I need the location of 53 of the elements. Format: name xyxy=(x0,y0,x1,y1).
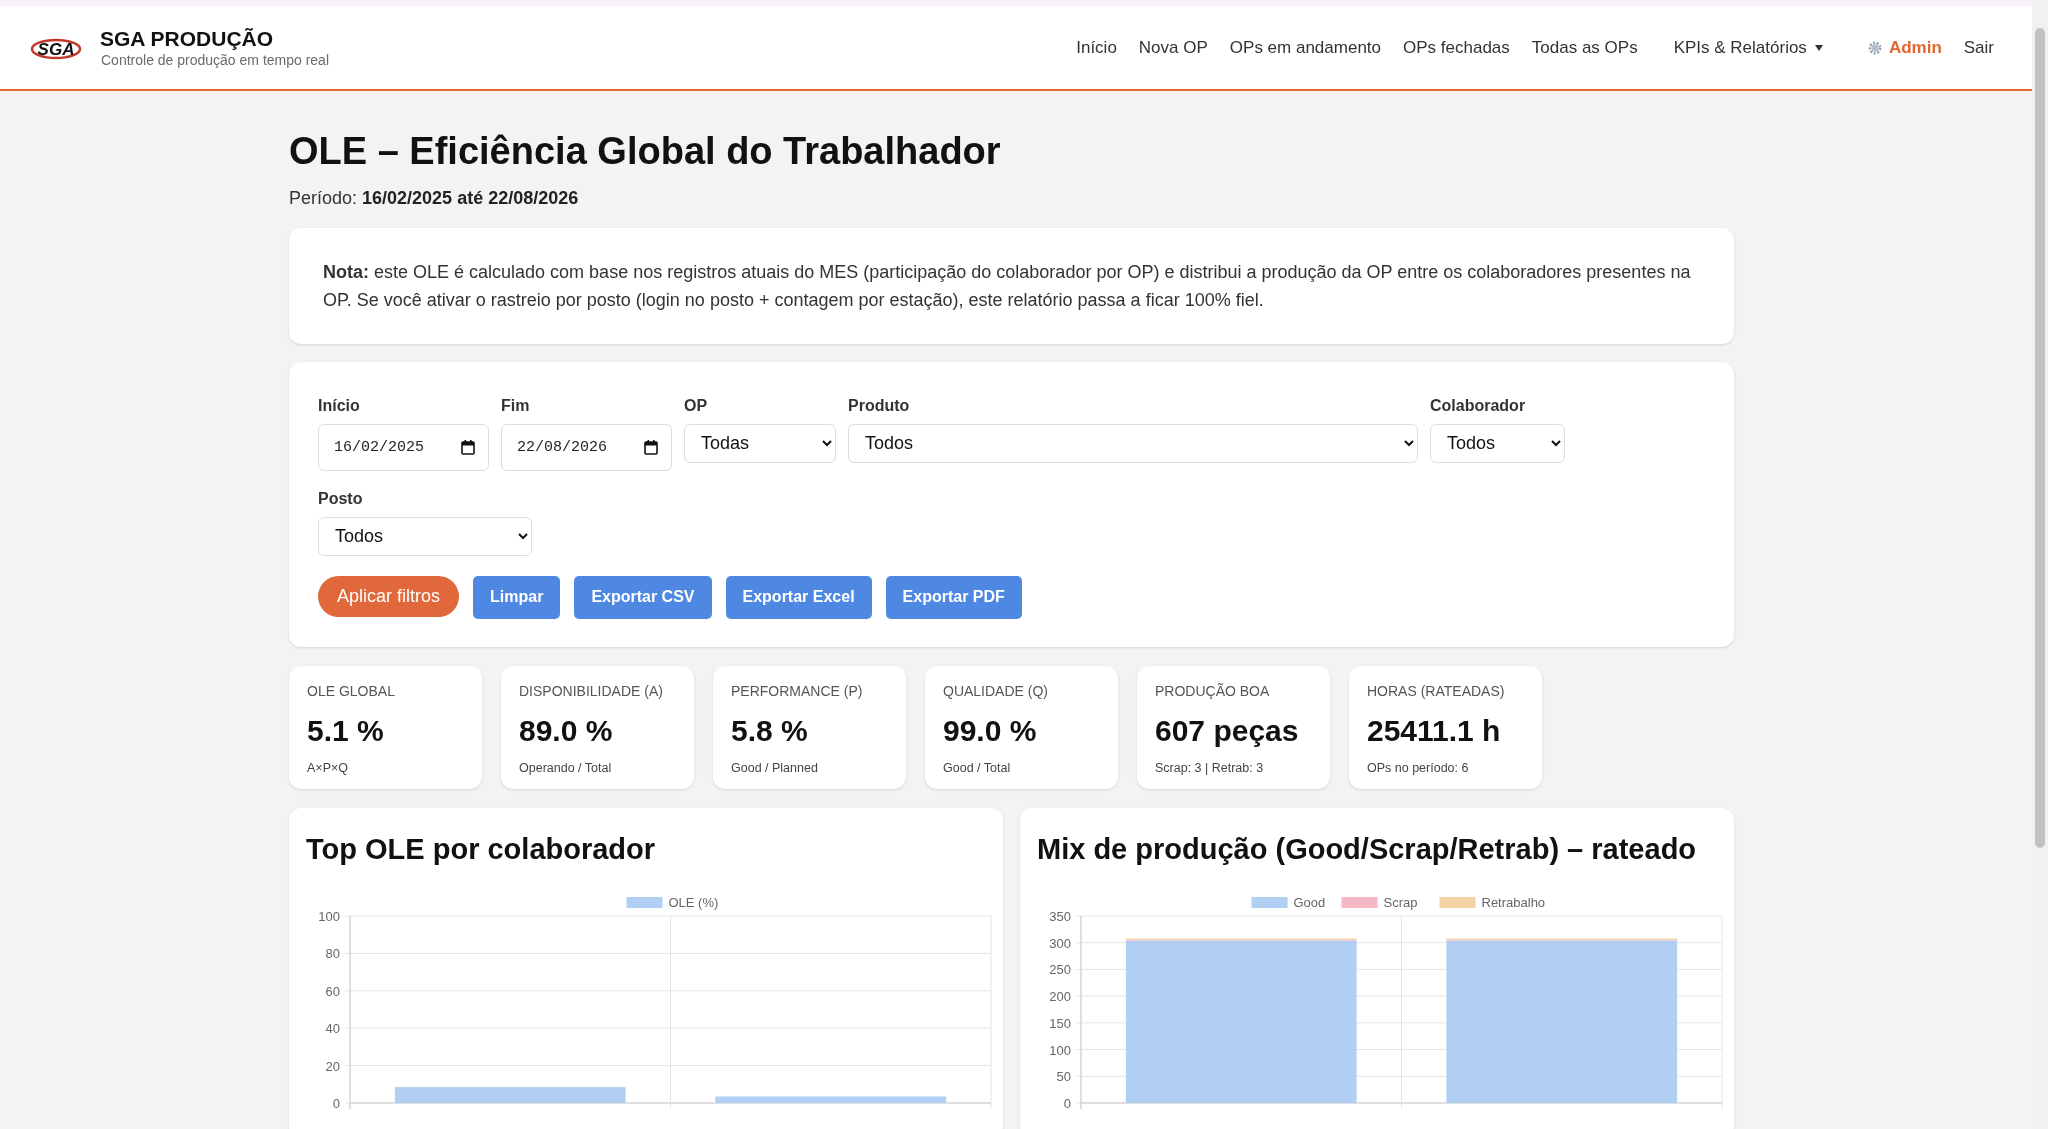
app-subtitle: Controle de produção em tempo real xyxy=(100,53,330,67)
field-label: Posto xyxy=(318,488,364,509)
axis-tick-label: 20 xyxy=(325,1058,340,1074)
legend-label: OLE (%) xyxy=(668,895,719,911)
kpi-detail: OPs no período: 6 xyxy=(1367,759,1470,777)
kpi-value: 5.1 % xyxy=(307,712,385,749)
axis-tick-label: 0 xyxy=(332,1096,340,1110)
field-label: OP xyxy=(684,395,709,416)
kpi-value: 89.0 % xyxy=(519,712,614,749)
legend-item: Retrabalho xyxy=(1439,895,1546,911)
legend-label: Good xyxy=(1293,895,1326,911)
axis-tick-label: 150 xyxy=(1049,1015,1071,1031)
legend-item: Good xyxy=(1251,895,1326,911)
kpi-label: PERFORMANCE (P) xyxy=(731,681,864,701)
axis-tick-label: 200 xyxy=(1049,989,1071,1005)
field-label: Colaborador xyxy=(1430,395,1527,416)
kpi-detail: Good / Total xyxy=(943,759,1012,777)
kpi-detail: Scrap: 3 | Retrab: 3 xyxy=(1155,759,1265,777)
kpi-detail: Good / Planned xyxy=(731,759,819,777)
field-label: Fim xyxy=(501,395,531,416)
chart-title: Mix de produção (Good/Scrap/Retrab) – rateado xyxy=(1037,831,1698,867)
axis-tick-label: 40 xyxy=(325,1021,340,1037)
kpi-value: 25411.1 h xyxy=(1367,712,1502,749)
kpi-detail: A×P×Q xyxy=(307,759,349,777)
kpi-label: OLE GLOBAL xyxy=(307,681,396,701)
legend-item: Scrap xyxy=(1341,895,1418,911)
app-title: SGA PRODUÇÃO xyxy=(100,28,275,49)
kpi-value: 5.8 % xyxy=(731,712,809,749)
axis-tick-label: 100 xyxy=(1049,1042,1071,1058)
kpi-value: 99.0 % xyxy=(943,712,1038,749)
kpi-label: QUALIDADE (Q) xyxy=(943,681,1049,701)
legend-item: OLE (%) xyxy=(626,895,719,911)
note-text: Nota: este OLE é calculado com base nos registros atuais do MES (participação do colaborador por OP) e distribui a produção da OP entre os colaboradores presentes na OP. Se você ativar o rastreio por posto (login no posto + contagem por estação), este relatório passa a ficar 100% fiel. xyxy=(323,260,1692,312)
field-label: Início xyxy=(318,395,361,416)
axis-tick-label: 0 xyxy=(1063,1096,1071,1110)
axis-tick-label: 50 xyxy=(1056,1069,1071,1085)
legend-label: Scrap xyxy=(1383,895,1418,911)
field-label: Produto xyxy=(848,395,911,416)
kpi-label: DISPONIBILIDADE (A) xyxy=(519,681,664,701)
chart-title: Top OLE por colaborador xyxy=(306,831,657,867)
kpi-value: 607 peças xyxy=(1155,712,1300,749)
axis-tick-label: 60 xyxy=(325,983,340,999)
axis-tick-label: 350 xyxy=(1049,909,1071,925)
legend-label: Retrabalho xyxy=(1481,895,1546,911)
kpi-label: HORAS (RATEADAS) xyxy=(1367,681,1506,701)
axis-tick-label: 80 xyxy=(325,946,340,962)
axis-tick-label: 100 xyxy=(318,909,340,925)
axis-tick-label: 250 xyxy=(1049,962,1071,978)
kpi-label: PRODUÇÃO BOA xyxy=(1155,681,1271,701)
period-text: Período: 16/02/2025 até 22/08/2026 xyxy=(289,186,580,210)
kpi-detail: Operando / Total xyxy=(519,759,613,777)
axis-tick-label: 300 xyxy=(1049,935,1071,951)
page-title: OLE – Eficiência Global do Trabalhador xyxy=(289,129,1002,174)
